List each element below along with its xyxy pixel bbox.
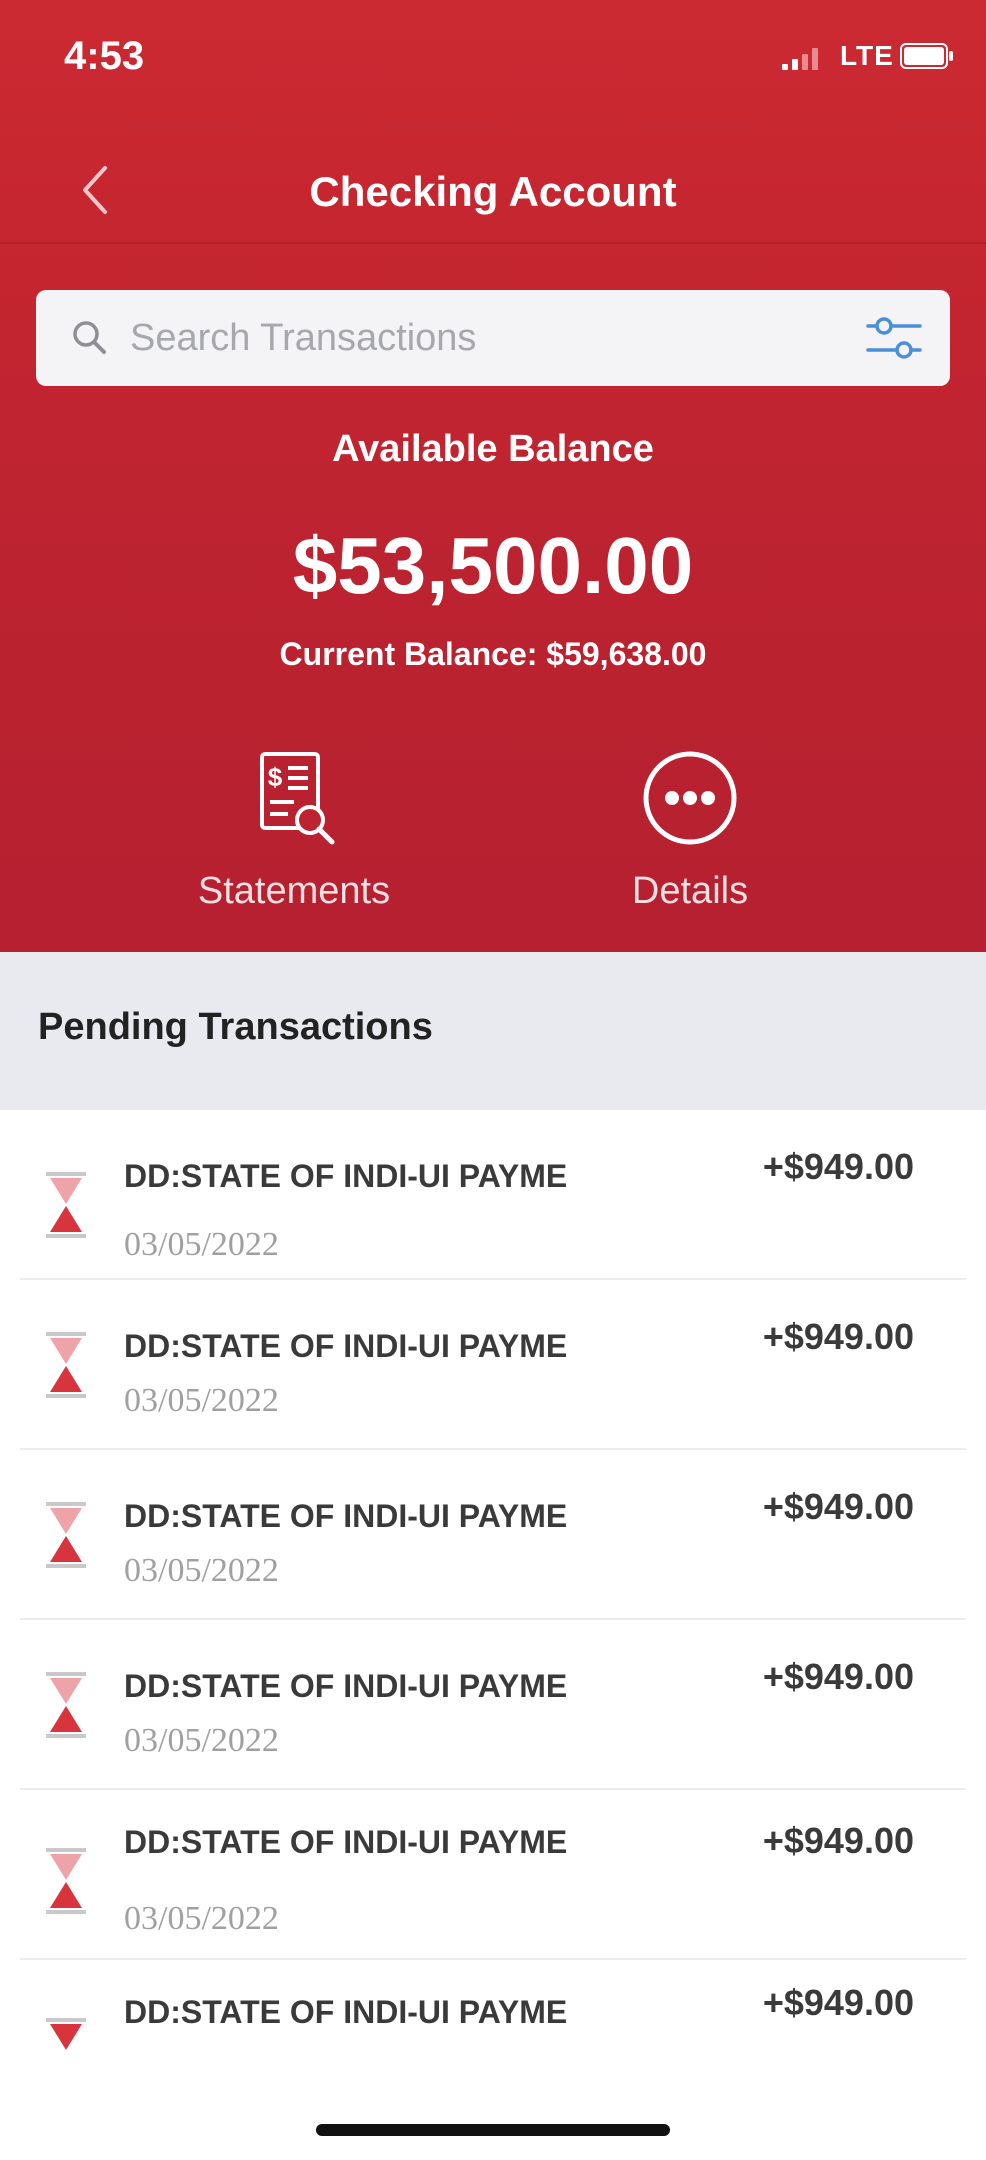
hourglass-icon xyxy=(46,1848,86,1914)
hourglass-icon xyxy=(46,1332,86,1398)
search-icon xyxy=(73,321,106,354)
transaction-name: DD:STATE OF INDI-UI PAYME xyxy=(124,1994,568,2030)
transaction-amount: +$949.00 xyxy=(762,1316,914,1357)
hourglass-icon xyxy=(46,1502,86,1568)
network-label: LTE xyxy=(840,40,894,71)
transaction-amount: +$949.00 xyxy=(762,1982,914,2023)
details-button[interactable]: Details xyxy=(530,748,850,928)
transaction-date: 03/05/2022 xyxy=(124,1722,279,1759)
hourglass-icon xyxy=(46,1172,86,1238)
transaction-date: 03/05/2022 xyxy=(124,1900,279,1937)
search-box xyxy=(36,290,950,386)
list-item[interactable]: DD:STATE OF INDI-UI PAYME 03/05/2022 +$9… xyxy=(0,1450,986,1620)
signal-icon xyxy=(782,48,818,70)
list-item[interactable]: DD:STATE OF INDI-UI PAYME 03/05/2022 +$9… xyxy=(0,1110,986,1280)
list-item[interactable]: DD:STATE OF INDI-UI PAYME 03/05/2022 +$9… xyxy=(0,1790,986,1960)
section-title: Pending Transactions xyxy=(38,1006,433,1048)
account-header: 4:53 LTE Checking Account Search Transac… xyxy=(0,0,986,952)
transaction-date: 03/05/2022 xyxy=(124,1552,279,1589)
page-title: Checking Account xyxy=(309,168,677,215)
statement-search-icon: $ xyxy=(260,752,335,845)
transaction-amount: +$949.00 xyxy=(762,1656,914,1697)
status-time: 4:53 xyxy=(64,34,145,78)
more-dots-icon xyxy=(643,751,737,845)
transaction-list: DD:STATE OF INDI-UI PAYME 03/05/2022 +$9… xyxy=(0,1110,986,2070)
statements-button[interactable]: $ Statements xyxy=(134,748,454,928)
transaction-amount: +$949.00 xyxy=(762,1820,914,1861)
statements-label: Statements xyxy=(197,870,391,912)
battery-icon xyxy=(900,43,953,69)
available-balance-value: $53,500.00 xyxy=(292,521,694,610)
list-item[interactable]: DD:STATE OF INDI-UI PAYME 03/05/2022 +$9… xyxy=(0,1620,986,1790)
pending-section-header: Pending Transactions xyxy=(0,952,986,1110)
home-indicator[interactable] xyxy=(316,2124,670,2136)
filter-sliders-icon[interactable] xyxy=(864,310,924,366)
transaction-date: 03/05/2022 xyxy=(124,1226,279,1263)
status-bar: 4:53 LTE xyxy=(0,0,986,120)
transaction-name: DD:STATE OF INDI-UI PAYME xyxy=(124,1824,568,1860)
checking-account-screen: 4:53 LTE Checking Account Search Transac… xyxy=(0,0,986,2160)
transaction-name: DD:STATE OF INDI-UI PAYME xyxy=(124,1328,568,1364)
available-balance-label: Available Balance xyxy=(332,428,654,470)
hourglass-icon xyxy=(46,1672,86,1738)
nav-bar: Checking Account xyxy=(0,140,986,244)
svg-text:$: $ xyxy=(268,762,283,792)
list-item[interactable]: DD:STATE OF INDI-UI PAYME 03/05/2022 +$9… xyxy=(0,1280,986,1450)
current-balance: Current Balance: $59,638.00 xyxy=(279,636,707,672)
bottom-safe-area xyxy=(0,2070,986,2160)
transaction-date: 03/05/2022 xyxy=(124,1382,279,1419)
transaction-name: DD:STATE OF INDI-UI PAYME xyxy=(124,1668,568,1704)
transaction-name: DD:STATE OF INDI-UI PAYME xyxy=(124,1158,568,1194)
transaction-amount: +$949.00 xyxy=(762,1146,914,1187)
search-input[interactable] xyxy=(130,304,850,372)
transaction-name: DD:STATE OF INDI-UI PAYME xyxy=(124,1498,568,1534)
details-label: Details xyxy=(631,870,749,912)
transaction-amount: +$949.00 xyxy=(762,1486,914,1527)
